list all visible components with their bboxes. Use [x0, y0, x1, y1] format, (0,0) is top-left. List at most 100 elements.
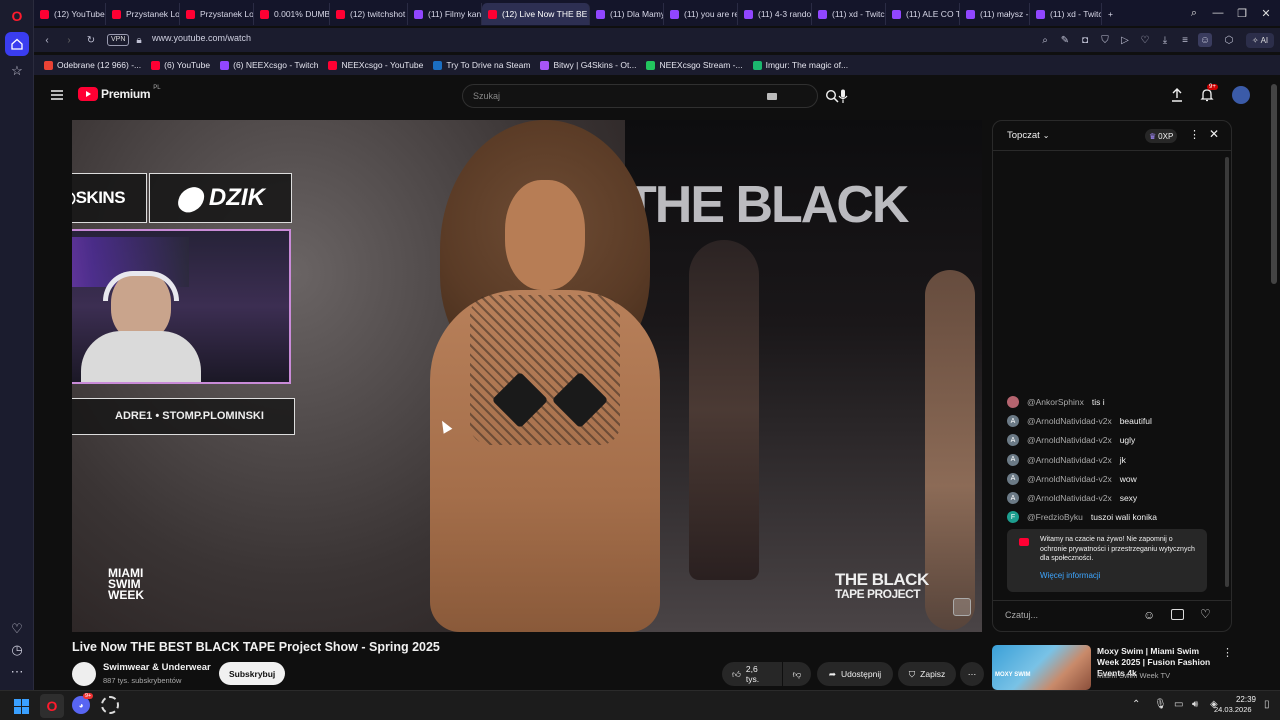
subscribe-button[interactable]: Subskrybuj [219, 662, 286, 685]
bookmark-item[interactable]: Bitwy | G4Skins - Ot... [540, 60, 636, 70]
clock[interactable]: 22:39 [1222, 694, 1256, 705]
chat-author[interactable]: @ArnoldNatividad-v2x [1027, 416, 1112, 426]
upload-icon[interactable] [1170, 88, 1184, 102]
opera-taskbar-icon[interactable]: O [40, 694, 64, 718]
camera-icon[interactable]: ◘ [1078, 33, 1092, 47]
channel-watermark-icon[interactable] [953, 598, 971, 616]
app-taskbar-icon[interactable] [101, 696, 119, 714]
chat-author[interactable]: @ArnoldNatividad-v2x [1027, 455, 1112, 465]
extensions-icon[interactable]: ⬡ [1222, 33, 1236, 47]
url-field[interactable]: www.youtube.com/watch [152, 33, 251, 43]
tab[interactable]: Przystanek Lon [106, 3, 180, 25]
edit-icon[interactable]: ✎ [1058, 33, 1072, 47]
download-icon[interactable]: ⤓ [1158, 33, 1172, 47]
chat-options-icon[interactable]: ⋮ [1189, 128, 1200, 141]
tab[interactable]: (11) Dla Mamy [590, 3, 664, 25]
close-window-button[interactable]: ✕ [1254, 0, 1278, 26]
volume-icon[interactable]: 🔊︎ [1192, 699, 1198, 710]
bookmark-item[interactable]: (6) YouTube [151, 60, 210, 70]
ai-button[interactable]: ✧ AI [1246, 33, 1274, 48]
video-player[interactable]: THE BLACK CSG◎SKINS ⬤DZIK 424 ADRE1 • ST… [72, 120, 982, 632]
history-icon[interactable]: ◷ [5, 638, 29, 662]
chat-scrollbar[interactable] [1225, 157, 1229, 587]
tab[interactable]: (11) Filmy kana [408, 3, 482, 25]
tab[interactable]: (12) twitchshot [330, 3, 408, 25]
menu-icon[interactable]: ≡ [1178, 33, 1192, 47]
windows-start-icon[interactable] [14, 699, 29, 714]
tab[interactable]: (11) xd - Twitch [1030, 3, 1102, 25]
display-icon[interactable]: ▭ [1174, 699, 1183, 710]
recommended-thumbnail[interactable]: MOXY SWIM [992, 645, 1091, 690]
chevron-up-icon[interactable]: ⌃ [1132, 699, 1140, 710]
chat-author[interactable]: @AnkorSphinx [1027, 397, 1084, 407]
heart-icon[interactable]: ♡ [1138, 33, 1152, 47]
chat-message[interactable]: A @ArnoldNatividad-v2x beautiful [1007, 414, 1152, 428]
maximize-button[interactable]: ❐ [1230, 0, 1254, 26]
chat-mode-dropdown[interactable]: Topczat ⌄ [1007, 130, 1049, 141]
emoji-icon[interactable]: ☺ [1143, 608, 1155, 622]
chat-message[interactable]: A @ArnoldNatividad-v2x jk [1007, 453, 1126, 467]
back-icon[interactable]: ‹ [40, 33, 54, 47]
tab[interactable]: 0.001% DUMB [254, 3, 330, 25]
share-button[interactable]: ➦ Udostępnij [817, 662, 893, 686]
dislike-button[interactable]: 👎︎ [783, 662, 811, 686]
star-icon[interactable]: ☆ [5, 59, 29, 83]
vpn-badge[interactable]: VPN [107, 34, 130, 46]
xp-badge[interactable]: ♛ 0XP [1145, 129, 1178, 143]
bookmark-item[interactable]: Odebrane (12 966) -... [44, 60, 141, 70]
chat-message[interactable]: A @ArnoldNatividad-v2x sexy [1007, 491, 1137, 505]
chat-author[interactable]: @FredzioByku [1027, 512, 1083, 522]
tab[interactable]: (11) 4-3 rando [738, 3, 812, 25]
tab[interactable]: (11) małysz - T [960, 3, 1030, 25]
save-button[interactable]: ⛉ Zapisz [898, 662, 956, 686]
chat-input[interactable]: Czatuj... [1005, 610, 1135, 620]
notifications-tray-icon[interactable]: ▯ [1264, 699, 1270, 710]
like-button[interactable]: 👍︎ 2,6 tys. [722, 662, 782, 686]
tab[interactable]: (12) Live Now THE BE [482, 3, 590, 25]
forward-icon[interactable]: › [62, 33, 76, 47]
tab[interactable]: (11) xd - Twitch [812, 3, 886, 25]
more-actions-button[interactable]: ⋯ [960, 662, 984, 686]
more-icon[interactable]: ⋯ [5, 660, 29, 684]
recommended-options-icon[interactable]: ⋮ [1222, 646, 1233, 659]
keyboard-icon[interactable] [767, 93, 777, 100]
channel-avatar[interactable] [72, 662, 96, 686]
chat-author[interactable]: @ArnoldNatividad-v2x [1027, 474, 1112, 484]
youtube-logo[interactable]: Premium PL [78, 85, 161, 101]
play-icon[interactable]: ▷ [1118, 33, 1132, 47]
microphone-icon[interactable] [835, 87, 851, 105]
minimize-button[interactable]: — [1206, 0, 1230, 26]
tab[interactable]: (12) YouTube [34, 3, 106, 25]
chat-message[interactable]: A @ArnoldNatividad-v2x wow [1007, 472, 1137, 486]
chat-message[interactable]: A @ArnoldNatividad-v2x ugly [1007, 433, 1135, 447]
bookmark-item[interactable]: NEEXcsgo Stream -... [646, 60, 743, 70]
avatar[interactable] [1232, 86, 1250, 104]
new-tab-button[interactable]: + [1102, 3, 1119, 25]
reload-icon[interactable]: ↻ [84, 33, 98, 47]
tab[interactable]: (11) you are re [664, 3, 738, 25]
chat-message[interactable]: @AnkorSphinx tis i [1007, 395, 1105, 409]
chat-author[interactable]: @ArnoldNatividad-v2x [1027, 435, 1112, 445]
bookmark-item[interactable]: Try To Drive na Steam [433, 60, 530, 70]
search-icon[interactable]: ⌕ [1038, 33, 1052, 47]
bookmark-item[interactable]: NEEXcsgo - YouTube [328, 60, 423, 70]
bookmark-item[interactable]: Imgur: The magic of... [752, 60, 848, 70]
page-scrollbar[interactable] [1271, 84, 1277, 284]
hamburger-menu-icon[interactable] [50, 88, 64, 102]
close-chat-icon[interactable]: ✕ [1209, 127, 1219, 141]
tab[interactable]: Przystanek Lon [180, 3, 254, 25]
profile-icon[interactable]: ☺ [1198, 33, 1212, 47]
recommended-channel[interactable]: Miami Swim Week TV [1097, 671, 1170, 680]
notifications-icon[interactable]: 9+ [1200, 84, 1218, 104]
shield-icon[interactable]: ⛉ [1098, 33, 1112, 47]
more-info-link[interactable]: Więcej informacji [1040, 571, 1100, 580]
bookmark-item[interactable]: (6) NEEXcsgo - Twitch [220, 60, 318, 70]
microphone-tray-icon[interactable]: 🎙︎ [1154, 699, 1167, 710]
chat-message[interactable]: F @FredzioByku tuszoi wali konika [1007, 510, 1157, 524]
home-icon[interactable] [5, 32, 29, 56]
lock-icon[interactable]: 🔒︎ [132, 33, 146, 47]
search-input[interactable]: Szukaj [462, 84, 818, 108]
super-chat-icon[interactable] [1171, 609, 1184, 620]
search-tabs-icon[interactable]: ⌕ [1182, 0, 1206, 26]
tab[interactable]: (11) ALE CO TY [886, 3, 960, 25]
